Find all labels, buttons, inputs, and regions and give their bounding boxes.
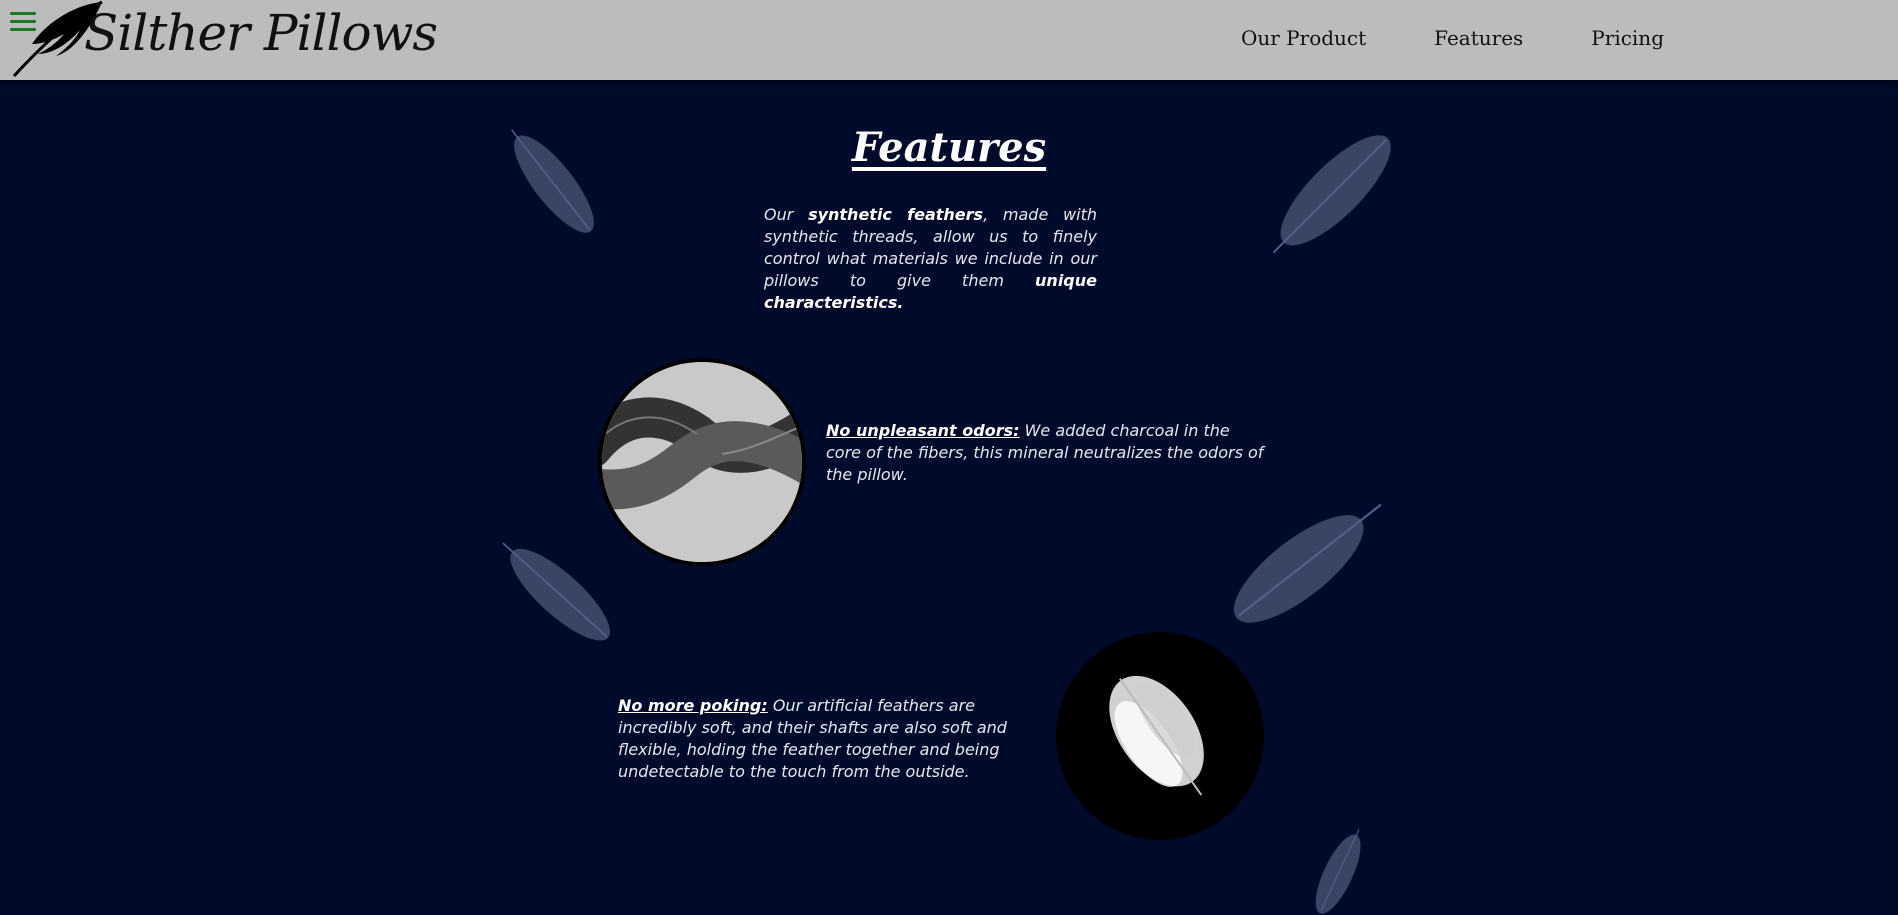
features-section: Features Our synthetic feathers, made wi… [0,80,1898,914]
site-header: Silther Pillows Our Product Features Pri… [0,0,1898,80]
feature-poking: No more poking: Our artificial feathers … [618,695,1058,783]
twisted-fiber-icon [602,362,802,562]
nav-pricing[interactable]: Pricing [1591,26,1664,50]
decorative-feather-icon [502,542,611,641]
decorative-feather-icon [1315,828,1361,914]
main-nav: Our Product Features Pricing [1241,26,1664,50]
feature-poking-label: No more poking: [618,696,768,715]
features-title: Features [851,124,1047,171]
white-feather-image [1056,632,1264,840]
nav-our-product[interactable]: Our Product [1241,26,1366,50]
decorative-feather-icon [1233,503,1382,623]
white-feather-icon [1060,636,1260,836]
intro-bold-text: synthetic feathers [808,205,984,224]
features-intro: Our synthetic feathers, made with synthe… [764,204,1097,314]
intro-text: Our [764,205,809,224]
feature-odors: No unpleasant odors: We added charcoal i… [826,420,1266,486]
brand-logo-text[interactable]: Silther Pillows [84,4,438,62]
twisted-fiber-image [598,358,806,566]
feature-odors-label: No unpleasant odors: [826,421,1020,440]
nav-features[interactable]: Features [1434,26,1523,50]
